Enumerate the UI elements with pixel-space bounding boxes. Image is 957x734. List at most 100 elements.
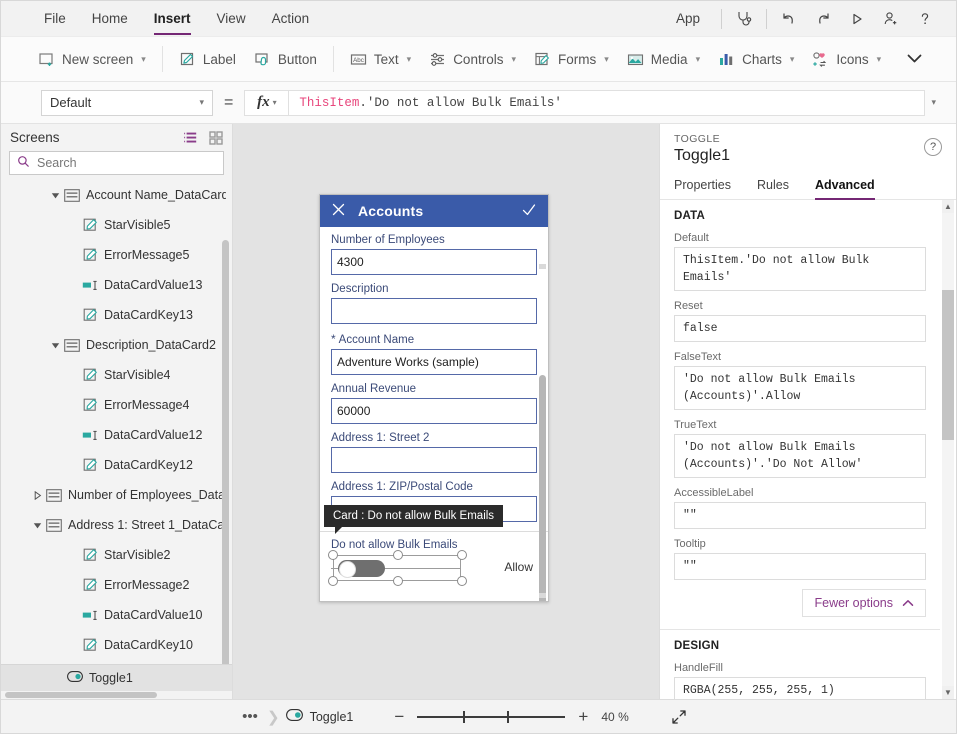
tree-item[interactable]: DataCardValue12	[1, 420, 232, 450]
tree-item[interactable]: DataCardValue10	[1, 600, 232, 630]
tree-item[interactable]: Description_DataCard2	[1, 330, 232, 360]
fx-button[interactable]: fx ▾	[244, 89, 289, 116]
form-field-input[interactable]	[331, 298, 537, 324]
ribbon-charts-button[interactable]: Charts ▾	[709, 45, 803, 74]
form-field-input[interactable]: 60000	[331, 398, 537, 424]
app-canvas[interactable]: Accounts Number of Employees 4300 Descript…	[233, 124, 659, 699]
property-field-value[interactable]: 'Do not allow Bulk Emails (Accounts)'.'D…	[674, 434, 926, 478]
resize-handle-top-right[interactable]	[457, 550, 467, 560]
tab-properties[interactable]: Properties	[674, 173, 731, 199]
redo-icon[interactable]	[806, 5, 840, 33]
property-field-value[interactable]: false	[674, 315, 926, 342]
zoom-slider-handle[interactable]	[463, 710, 466, 723]
properties-scroll-area[interactable]: DATA Default ThisItem.'Do not allow Bulk E…	[660, 200, 956, 699]
tree-item[interactable]: Address 1: City_DataCard2	[1, 660, 232, 664]
resize-handle-top-left[interactable]	[328, 550, 338, 560]
ribbon-icons-button[interactable]: Icons ▾	[803, 45, 890, 74]
ribbon-label-button[interactable]: Label	[170, 45, 245, 74]
search-input[interactable]	[37, 156, 216, 170]
resize-handle-bottom-center[interactable]	[393, 576, 403, 586]
ribbon-button-button[interactable]: Button	[245, 45, 326, 74]
zoom-out-button[interactable]: −	[391, 708, 407, 725]
chevron-expanded-icon[interactable]	[47, 341, 63, 350]
tree-item[interactable]: Number of Employees_Data	[1, 480, 232, 510]
search-box[interactable]	[9, 151, 224, 175]
thumbnail-view-icon[interactable]	[209, 130, 223, 145]
tab-rules[interactable]: Rules	[757, 173, 789, 199]
close-icon[interactable]	[331, 202, 346, 220]
menu-item-file[interactable]: File	[31, 2, 79, 36]
ribbon-new-screen-button[interactable]: New screen ▾	[29, 45, 155, 74]
property-field-value[interactable]: RGBA(255, 255, 255, 1)	[674, 677, 926, 699]
menu-item-home[interactable]: Home	[79, 2, 141, 36]
form-scroll-up-arrow[interactable]	[539, 264, 546, 269]
menu-item-view[interactable]: View	[204, 2, 259, 36]
properties-scrollbar-thumb[interactable]	[942, 290, 954, 440]
tree-item[interactable]: StarVisible4	[1, 360, 232, 390]
undo-icon[interactable]	[772, 5, 806, 33]
menu-item-action[interactable]: Action	[259, 2, 323, 36]
play-icon[interactable]	[840, 5, 874, 33]
form-field-input[interactable]: 4300	[331, 249, 537, 275]
tree-item[interactable]: DataCardKey13	[1, 300, 232, 330]
help-circle-icon[interactable]: ?	[924, 138, 942, 156]
toggle-control-selected[interactable]: Allow	[328, 550, 537, 586]
stethoscope-icon[interactable]	[727, 5, 761, 33]
form-screen-preview[interactable]: Accounts Number of Employees 4300 Descript…	[319, 194, 549, 602]
zoom-in-button[interactable]: +	[575, 708, 591, 725]
form-body[interactable]: Number of Employees 4300 Description * Accou…	[320, 227, 548, 601]
tree-selected-item-toggle1[interactable]: Toggle1	[1, 664, 232, 691]
screens-tree[interactable]: Account Name_DataCard2 StarVisible5 ErrorM…	[1, 180, 232, 664]
breadcrumb-toggle1[interactable]: Toggle1	[285, 709, 353, 724]
tree-item[interactable]: Account Name_DataCard2	[1, 180, 232, 210]
toggle-datacard[interactable]: Do not allow Bulk Emails Allow	[328, 539, 537, 586]
share-user-icon[interactable]	[874, 5, 908, 33]
properties-scroll-down-arrow[interactable]: ▼	[942, 686, 954, 699]
tree-item[interactable]: StarVisible5	[1, 210, 232, 240]
tree-horizontal-scrollbar[interactable]	[1, 691, 232, 699]
check-icon[interactable]	[521, 202, 537, 221]
tree-item[interactable]: ErrorMessage5	[1, 240, 232, 270]
tree-item[interactable]: DataCardKey12	[1, 450, 232, 480]
chevron-collapsed-icon[interactable]	[29, 490, 45, 500]
property-field-value[interactable]: ""	[674, 553, 926, 580]
ribbon-forms-button[interactable]: Forms ▾	[525, 45, 618, 74]
resize-handle-bottom-right[interactable]	[457, 576, 467, 586]
formula-expand-chevron-down-icon[interactable]: ▾	[925, 97, 944, 108]
tree-item[interactable]: ErrorMessage4	[1, 390, 232, 420]
ribbon-text-button[interactable]: Abc Text ▾	[341, 45, 420, 74]
ribbon-controls-button[interactable]: Controls ▾	[420, 45, 525, 74]
tree-item[interactable]: ErrorMessage2	[1, 570, 232, 600]
tab-advanced[interactable]: Advanced	[814, 173, 875, 200]
property-field-value[interactable]: ""	[674, 502, 926, 529]
tree-item[interactable]: StarVisible2	[1, 540, 232, 570]
fit-screen-icon[interactable]	[671, 709, 687, 725]
resize-handle-top-center[interactable]	[393, 550, 403, 560]
menu-item-insert[interactable]: Insert	[141, 2, 204, 36]
chevron-expanded-icon[interactable]	[29, 521, 45, 530]
properties-scroll-up-arrow[interactable]: ▲	[942, 200, 954, 213]
formula-input[interactable]: ThisItem .'Do not allow Bulk Emails'	[288, 89, 926, 116]
form-field-input[interactable]: Adventure Works (sample)	[331, 349, 537, 375]
help-icon[interactable]	[908, 5, 942, 33]
ribbon-media-button[interactable]: Media ▾	[618, 45, 709, 74]
resize-handle-bottom-left[interactable]	[328, 576, 338, 586]
breadcrumb-overflow-button[interactable]: •••	[233, 700, 267, 733]
tree-item[interactable]: DataCardValue13	[1, 270, 232, 300]
toggle-switch[interactable]	[338, 560, 385, 578]
app-label[interactable]: App	[660, 11, 716, 26]
fewer-options-button[interactable]: Fewer options	[802, 589, 926, 617]
form-field-input[interactable]	[331, 447, 537, 473]
tree-item[interactable]: DataCardKey10	[1, 630, 232, 660]
property-field-value[interactable]: 'Do not allow Bulk Emails (Accounts)'.Al…	[674, 366, 926, 410]
tree-view-icon[interactable]	[183, 131, 198, 145]
ribbon-overflow-chevron-down-icon[interactable]	[896, 45, 933, 74]
form-vertical-scrollbar[interactable]	[539, 375, 546, 601]
zoom-slider[interactable]	[417, 710, 566, 724]
form-scroll-down-arrow[interactable]	[539, 593, 546, 598]
property-selector[interactable]: Default ▾	[41, 89, 213, 116]
property-field-value[interactable]: ThisItem.'Do not allow Bulk Emails'	[674, 247, 926, 291]
chevron-expanded-icon[interactable]	[47, 191, 63, 200]
properties-scrollbar-track[interactable]	[942, 213, 954, 686]
tree-item[interactable]: Address 1: Street 1_DataCar	[1, 510, 232, 540]
